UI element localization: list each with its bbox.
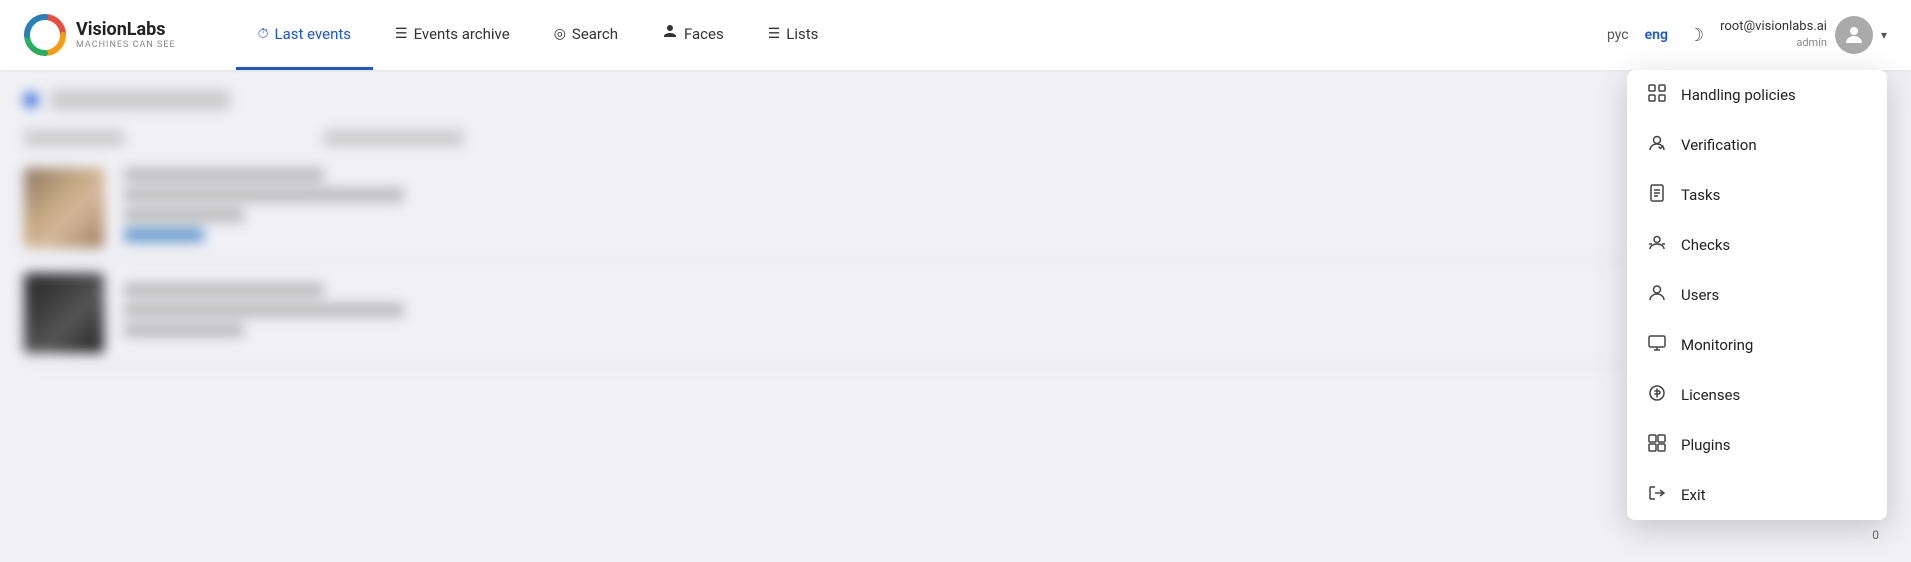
licenses-label: Licenses [1681, 386, 1740, 404]
exit-label: Exit [1681, 486, 1706, 504]
lang-eng[interactable]: eng [1641, 25, 1672, 45]
handling-policies-icon [1647, 84, 1667, 106]
event-details [124, 283, 1687, 343]
event-details [124, 168, 1687, 248]
content-header [24, 90, 1887, 110]
nav-item-search[interactable]: ◎ Search [532, 0, 640, 70]
user-email-block: root@visionlabs.ai admin [1720, 19, 1827, 50]
chevron-down-icon[interactable]: ▾ [1881, 28, 1887, 42]
dropdown-item-licenses[interactable]: Licenses [1627, 370, 1887, 420]
detail-badge [124, 228, 204, 242]
licenses-icon [1647, 384, 1667, 406]
counter-badge: 0 [1872, 528, 1879, 542]
detail-time [124, 208, 244, 222]
dropdown-item-verification[interactable]: Verification [1627, 120, 1887, 170]
users-icon [1647, 284, 1667, 306]
dropdown-item-exit[interactable]: Exit [1627, 470, 1887, 520]
face-image [24, 168, 104, 248]
avatar-icon [1842, 23, 1866, 47]
clock-icon: ⏱ [258, 26, 269, 42]
tasks-icon [1647, 184, 1667, 206]
nav-item-faces[interactable]: Faces [640, 0, 746, 70]
dropdown-item-monitoring[interactable]: Monitoring [1627, 320, 1887, 370]
header: VisionLabs MACHINES CAN SEE ⏱ Last event… [0, 0, 1911, 70]
logo-icon [24, 14, 66, 56]
detail-time [124, 323, 244, 337]
user-role-text: admin [1720, 36, 1827, 50]
nav-label-lists: Lists [786, 25, 818, 43]
logo[interactable]: VisionLabs MACHINES CAN SEE [24, 14, 176, 56]
dropdown-item-handling-policies[interactable]: Handling policies [1627, 70, 1887, 120]
plugins-label: Plugins [1681, 436, 1730, 454]
checks-icon [1647, 234, 1667, 256]
nav-item-last-events[interactable]: ⏱ Last events [236, 0, 373, 70]
main-content [0, 70, 1911, 386]
nav-label-events-archive: Events archive [414, 25, 510, 43]
dropdown-item-tasks[interactable]: Tasks [1627, 170, 1887, 220]
table-headers [24, 130, 1887, 146]
logo-tagline: MACHINES CAN SEE [76, 40, 176, 50]
search-icon: ◎ [554, 26, 566, 42]
archive-icon: ☰ [395, 26, 408, 42]
tasks-label: Tasks [1681, 186, 1720, 204]
verification-icon [1647, 134, 1667, 156]
plugins-icon [1647, 434, 1667, 456]
status-dot [24, 93, 38, 107]
detail-name [124, 168, 324, 182]
language-switcher[interactable]: рус eng [1603, 25, 1672, 45]
handling-policies-label: Handling policies [1681, 86, 1796, 104]
user-info[interactable]: root@visionlabs.ai admin ▾ [1720, 16, 1887, 54]
logo-name: VisionLabs [76, 20, 176, 40]
logo-text: VisionLabs MACHINES CAN SEE [76, 20, 176, 50]
table-row [24, 156, 1887, 261]
col-header-1 [24, 130, 124, 146]
checks-label: Checks [1681, 236, 1730, 254]
detail-source [124, 188, 404, 202]
theme-toggle-button[interactable]: ☽ [1688, 25, 1704, 46]
nav-label-faces: Faces [684, 25, 724, 43]
monitoring-label: Monitoring [1681, 336, 1753, 354]
detail-source [124, 303, 404, 317]
monitoring-icon [1647, 334, 1667, 356]
main-nav: ⏱ Last events ☰ Events archive ◎ Search … [236, 0, 1603, 70]
users-label: Users [1681, 286, 1719, 304]
col-header-2 [324, 130, 464, 146]
content-title [50, 90, 230, 110]
avatar[interactable] [1835, 16, 1873, 54]
header-right: рус eng ☽ root@visionlabs.ai admin ▾ [1603, 16, 1887, 54]
verification-label: Verification [1681, 136, 1757, 154]
event-list [24, 156, 1887, 366]
user-email-text: root@visionlabs.ai [1720, 19, 1827, 36]
face-image [24, 273, 104, 353]
dropdown-item-users[interactable]: Users [1627, 270, 1887, 320]
user-dropdown-menu: Handling policies Verification Tasks [1627, 70, 1887, 520]
lang-rus[interactable]: рус [1603, 25, 1633, 45]
nav-label-search: Search [572, 25, 618, 43]
lists-icon: ☰ [768, 26, 781, 42]
faces-icon [662, 24, 678, 44]
detail-name [124, 283, 324, 297]
exit-icon [1647, 484, 1667, 506]
table-row [24, 261, 1887, 366]
nav-label-last-events: Last events [274, 25, 351, 43]
dropdown-item-checks[interactable]: Checks [1627, 220, 1887, 270]
nav-item-lists[interactable]: ☰ Lists [746, 0, 841, 70]
dropdown-item-plugins[interactable]: Plugins [1627, 420, 1887, 470]
nav-item-events-archive[interactable]: ☰ Events archive [373, 0, 532, 70]
